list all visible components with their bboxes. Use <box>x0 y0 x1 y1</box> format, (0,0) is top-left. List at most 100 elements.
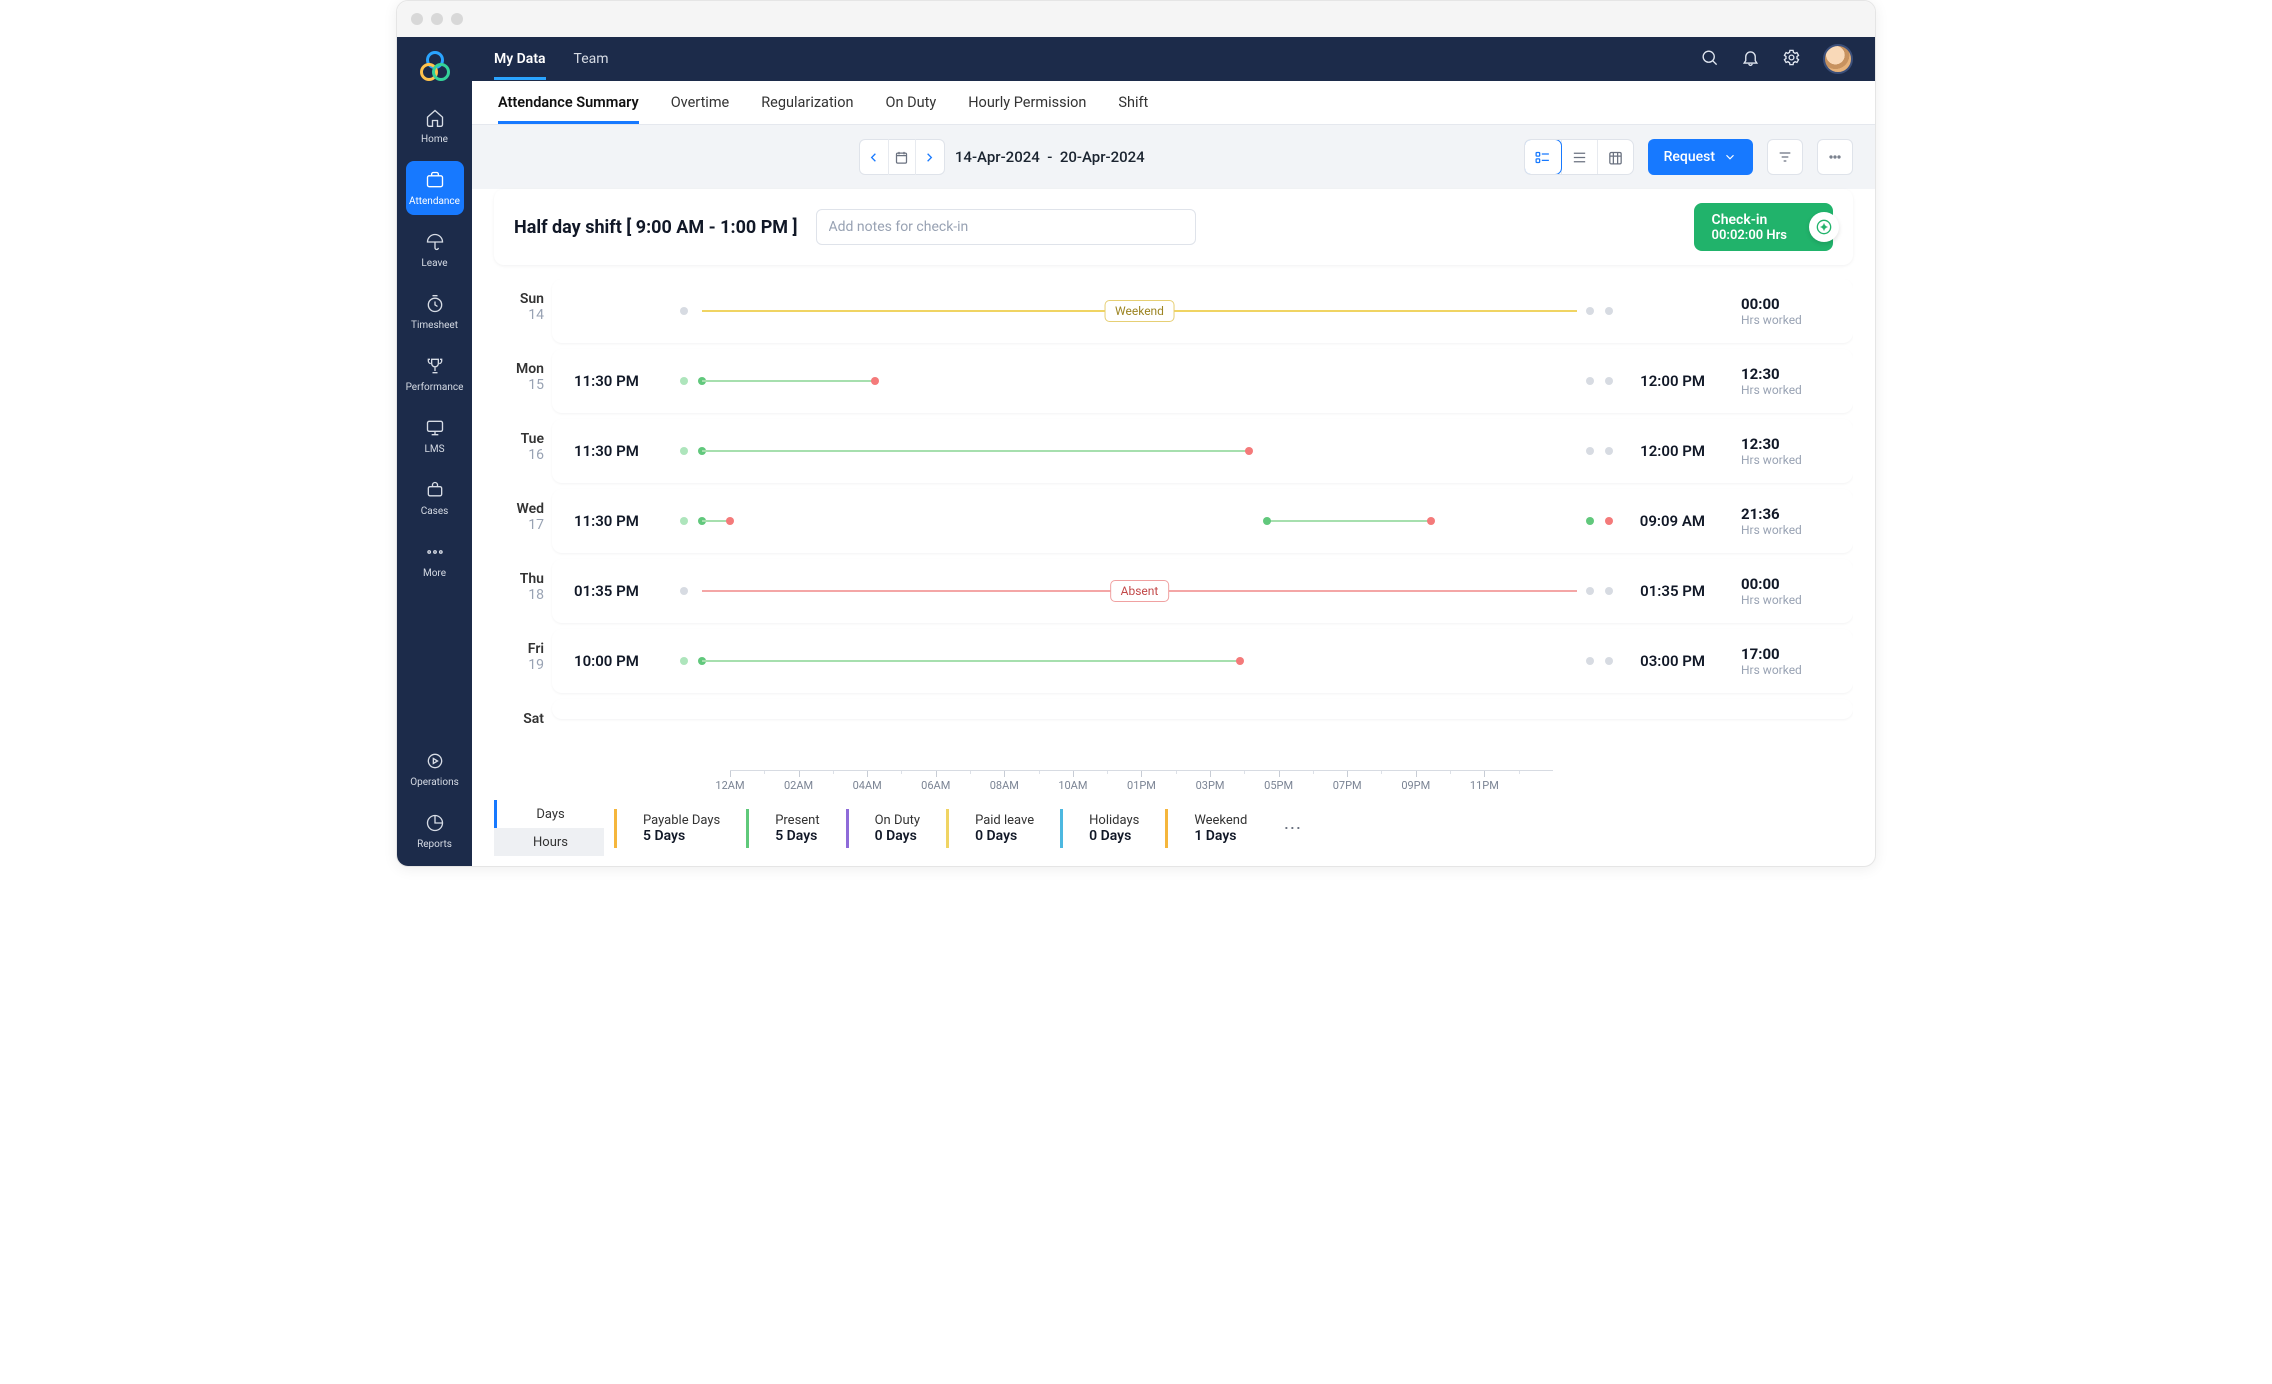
checkin-panel: Half day shift [ 9:00 AM - 1:00 PM ] Che… <box>494 189 1853 265</box>
day-of-week: Tue <box>494 431 544 447</box>
subtab-shift[interactable]: Shift <box>1118 82 1148 123</box>
sidebar-item-attendance[interactable]: Attendance <box>406 161 464 215</box>
axis-label: 08AM <box>990 779 1019 792</box>
sidebar-item-lms[interactable]: LMS <box>406 409 464 463</box>
sidebar-item-home[interactable]: Home <box>406 99 464 153</box>
checkin-button[interactable]: Check-in 00:02:00 Hrs <box>1694 203 1833 251</box>
view-list-button[interactable] <box>1561 140 1597 174</box>
day-card[interactable]: 11:30 PM09:09 AM21:36Hrs worked <box>552 489 1853 553</box>
hours-label: Hrs worked <box>1741 593 1831 607</box>
summary-stat: Present5 Days <box>746 809 845 848</box>
axis-label: 05PM <box>1264 779 1293 792</box>
calendar-icon[interactable] <box>888 139 916 175</box>
hours-label: Hrs worked <box>1741 663 1831 677</box>
bell-icon[interactable] <box>1741 48 1760 71</box>
track-bar <box>684 513 1595 529</box>
day-card[interactable]: 10:00 PM03:00 PM17:00Hrs worked <box>552 629 1853 693</box>
user-avatar[interactable] <box>1823 44 1853 74</box>
day-number: 17 <box>494 517 544 533</box>
top-nav: My Data Team <box>472 37 1875 81</box>
hours-label: Hrs worked <box>1741 313 1831 327</box>
weekend-tag: Weekend <box>1104 300 1175 322</box>
day-number: 14 <box>494 307 544 323</box>
day-card[interactable] <box>552 699 1853 719</box>
axis-label: 06AM <box>921 779 950 792</box>
traffic-light-close[interactable] <box>411 13 423 25</box>
summary-toggle-hours[interactable]: Hours <box>494 828 604 856</box>
checkin-title: Check-in <box>1712 212 1787 228</box>
axis-label: 11PM <box>1470 779 1499 792</box>
summary-toggle-days[interactable]: Days <box>494 800 604 828</box>
subtab-regularization[interactable]: Regularization <box>761 82 853 123</box>
stat-label: Paid leave <box>975 813 1034 828</box>
stat-label: On Duty <box>875 813 920 828</box>
sidebar-item-timesheet[interactable]: Timesheet <box>406 285 464 339</box>
subtab-hourly-permission[interactable]: Hourly Permission <box>968 82 1086 123</box>
hours-label: Hrs worked <box>1741 453 1831 467</box>
timer-icon <box>424 293 446 315</box>
day-card[interactable]: Weekend00:00Hrs worked <box>552 279 1853 343</box>
day-of-week: Mon <box>494 361 544 377</box>
subtab-attendance-summary[interactable]: Attendance Summary <box>498 82 639 123</box>
out-time: 12:00 PM <box>1613 442 1705 460</box>
filter-button[interactable] <box>1767 139 1803 175</box>
subtab-onduty[interactable]: On Duty <box>886 82 937 123</box>
checkin-notes-input[interactable] <box>816 209 1196 245</box>
home-icon <box>424 107 446 129</box>
sidebar-item-operations[interactable]: Operations <box>406 742 464 796</box>
timeline-row: Thu18 01:35 PMAbsent01:35 PM00:00Hrs work… <box>494 559 1853 623</box>
sub-tabs: Attendance Summary Overtime Regularizati… <box>472 81 1875 125</box>
sidebar-item-more[interactable]: More <box>406 533 464 587</box>
window-title-bar <box>397 1 1875 37</box>
sidebar-label: Timesheet <box>411 320 458 331</box>
day-card[interactable]: 11:30 PM12:00 PM12:30Hrs worked <box>552 349 1853 413</box>
track-bar <box>684 653 1595 669</box>
day-number: 15 <box>494 377 544 393</box>
search-icon[interactable] <box>1700 48 1719 71</box>
traffic-light-min[interactable] <box>431 13 443 25</box>
day-card[interactable]: 11:30 PM12:00 PM12:30Hrs worked <box>552 419 1853 483</box>
axis-label: 02AM <box>784 779 813 792</box>
subtab-overtime[interactable]: Overtime <box>671 82 730 123</box>
hours-value: 12:30 <box>1741 365 1831 383</box>
day-of-week: Thu <box>494 571 544 587</box>
more-options-button[interactable] <box>1817 139 1853 175</box>
date-prev-button[interactable] <box>860 139 888 175</box>
sidebar-item-performance[interactable]: Performance <box>406 347 464 401</box>
hours-value: 17:00 <box>1741 645 1831 663</box>
stat-value: 5 Days <box>643 828 720 844</box>
date-range-label: 14-Apr-2024 - 20-Apr-2024 <box>955 148 1145 166</box>
hours-value: 12:30 <box>1741 435 1831 453</box>
out-time: 01:35 PM <box>1613 582 1705 600</box>
shift-label: Half day shift [ 9:00 AM - 1:00 PM ] <box>514 217 798 238</box>
time-axis: 12AM02AM04AM06AM08AM10AM01PM03PM05PM07PM… <box>494 770 1853 796</box>
settings-icon[interactable] <box>1782 48 1801 71</box>
view-timeline-button[interactable] <box>1525 140 1561 174</box>
hours-label: Hrs worked <box>1741 523 1831 537</box>
sidebar-label: Reports <box>417 839 452 850</box>
sidebar-item-leave[interactable]: Leave <box>406 223 464 277</box>
request-button[interactable]: Request <box>1648 139 1753 175</box>
out-time: 03:00 PM <box>1613 652 1705 670</box>
axis-label: 04AM <box>853 779 882 792</box>
topnav-tab-team[interactable]: Team <box>574 39 609 79</box>
request-button-label: Request <box>1664 149 1715 165</box>
day-number: 18 <box>494 587 544 603</box>
date-next-button[interactable] <box>916 139 944 175</box>
day-number: 16 <box>494 447 544 463</box>
day-card[interactable]: 01:35 PMAbsent01:35 PM00:00Hrs worked <box>552 559 1853 623</box>
traffic-light-max[interactable] <box>451 13 463 25</box>
view-calendar-button[interactable] <box>1597 140 1633 174</box>
view-switcher <box>1524 139 1634 175</box>
stat-value: 1 Days <box>1194 828 1247 844</box>
in-time: 11:30 PM <box>574 372 666 390</box>
topnav-tab-mydata[interactable]: My Data <box>494 39 546 79</box>
date-from: 14-Apr-2024 <box>955 148 1040 166</box>
summary-more-button[interactable]: ⋯ <box>1273 818 1301 839</box>
sidebar-item-reports[interactable]: Reports <box>406 804 464 858</box>
more-horizontal-icon <box>424 541 446 563</box>
sidebar-item-cases[interactable]: Cases <box>406 471 464 525</box>
checkin-play-icon <box>1809 212 1839 242</box>
day-of-week: Sun <box>494 291 544 307</box>
date-range-picker: 14-Apr-2024 - 20-Apr-2024 <box>859 139 1145 175</box>
